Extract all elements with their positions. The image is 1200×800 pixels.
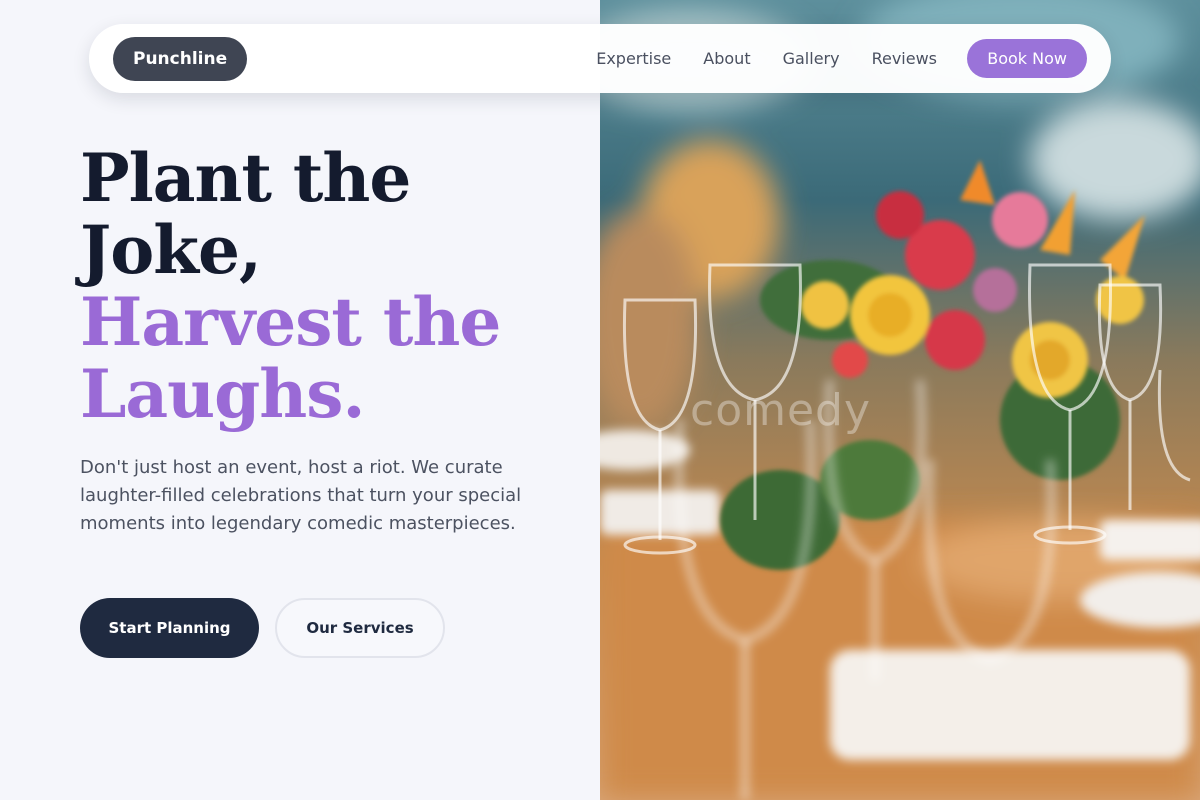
nav-link-gallery[interactable]: Gallery bbox=[783, 49, 840, 68]
nav-link-about[interactable]: About bbox=[703, 49, 750, 68]
watermark-text: comedy bbox=[690, 385, 872, 436]
nav-link-reviews[interactable]: Reviews bbox=[872, 49, 937, 68]
book-now-button[interactable]: Book Now bbox=[967, 39, 1087, 78]
start-planning-button[interactable]: Start Planning bbox=[80, 598, 259, 658]
headline-line-4: Laughs. bbox=[80, 355, 365, 433]
headline-line-2: Joke, bbox=[80, 211, 262, 289]
our-services-button[interactable]: Our Services bbox=[275, 598, 445, 658]
top-navbar: Punchline Expertise About Gallery Review… bbox=[89, 24, 1111, 93]
brand-logo[interactable]: Punchline bbox=[113, 37, 248, 81]
nav-link-expertise[interactable]: Expertise bbox=[596, 49, 671, 68]
hero-description: Don't just host an event, host a riot. W… bbox=[80, 457, 522, 534]
nav-links: Expertise About Gallery Reviews bbox=[596, 24, 937, 93]
headline-line-3: Harvest the bbox=[80, 283, 501, 361]
hero-headline: Plant the Joke, Harvest the Laughs. bbox=[80, 142, 580, 430]
headline-line-1: Plant the bbox=[80, 139, 411, 217]
